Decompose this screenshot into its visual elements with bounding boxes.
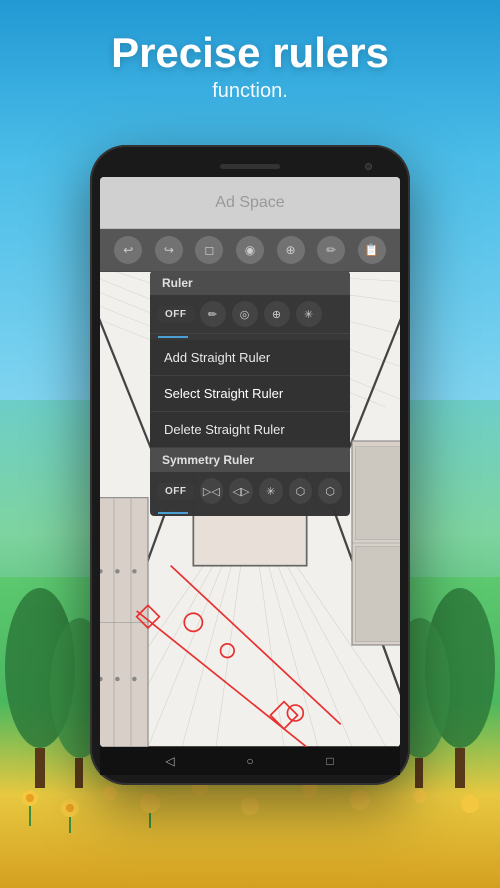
phone-screen: Ad Space ↩ ↪ ◻ ◉ ⊕ ✏ 📋 <box>100 177 400 747</box>
symmetry-icon-5[interactable]: ⬡ <box>318 478 342 504</box>
phone-speaker <box>220 164 280 169</box>
symmetry-off-button[interactable]: OFF <box>158 483 194 500</box>
ruler-off-button[interactable]: OFF <box>158 306 194 323</box>
clipboard-icon[interactable]: 📋 <box>358 236 386 264</box>
headline-subtitle: function. <box>0 80 500 103</box>
ruler-circle-icon[interactable]: ◎ <box>232 301 258 327</box>
select-straight-ruler-item[interactable]: Select Straight Ruler <box>150 376 350 412</box>
phone-nav-bar: ◁ ○ □ <box>100 747 400 775</box>
symmetry-icon-4[interactable]: ⬡ <box>289 478 313 504</box>
ruler-active-indicator <box>158 336 188 338</box>
symmetry-icon-1[interactable]: ▷◁ <box>200 478 224 504</box>
ruler-icons-row: OFF ✏ ◎ ⊕ ✳ <box>150 295 350 334</box>
ad-space-text: Ad Space <box>215 194 284 212</box>
recent-button[interactable]: □ <box>322 753 338 769</box>
symmetry-active-indicator <box>158 512 188 514</box>
symmetry-icon-2[interactable]: ◁▷ <box>229 478 253 504</box>
ruler-star-icon[interactable]: ✳ <box>296 301 322 327</box>
toolbar: ↩ ↪ ◻ ◉ ⊕ ✏ 📋 <box>100 229 400 271</box>
symmetry-section-header: Symmetry Ruler <box>150 448 350 472</box>
symmetry-icon-3[interactable]: ✳ <box>259 478 283 504</box>
phone-camera <box>365 163 372 170</box>
tool-icon-2[interactable]: ◉ <box>236 236 264 264</box>
undo-icon[interactable]: ↩ <box>114 236 142 264</box>
ruler-section-header: Ruler <box>150 271 350 295</box>
delete-straight-ruler-item[interactable]: Delete Straight Ruler <box>150 412 350 448</box>
ruler-cross-icon[interactable]: ⊕ <box>264 301 290 327</box>
add-straight-ruler-item[interactable]: Add Straight Ruler <box>150 340 350 376</box>
phone-top-bar <box>100 155 400 177</box>
pen-icon[interactable]: ✏ <box>317 236 345 264</box>
headline-title: Precise rulers <box>0 30 500 76</box>
tool-icon-3[interactable]: ⊕ <box>277 236 305 264</box>
ad-banner: Ad Space <box>100 177 400 229</box>
back-button[interactable]: ◁ <box>162 753 178 769</box>
symmetry-icons-row: OFF ▷◁ ◁▷ ✳ ⬡ ⬡ <box>150 472 350 510</box>
ruler-dropdown-menu: Ruler OFF ✏ ◎ ⊕ ✳ Add Straight Ruler Sel… <box>150 271 350 516</box>
ruler-pencil-icon[interactable]: ✏ <box>200 301 226 327</box>
redo-icon[interactable]: ↪ <box>155 236 183 264</box>
tool-icon-1[interactable]: ◻ <box>195 236 223 264</box>
phone-frame: Ad Space ↩ ↪ ◻ ◉ ⊕ ✏ 📋 <box>90 145 410 785</box>
home-button[interactable]: ○ <box>242 753 258 769</box>
canvas-area[interactable]: Ruler OFF ✏ ◎ ⊕ ✳ Add Straight Ruler Sel… <box>100 271 400 747</box>
headline: Precise rulers function. <box>0 30 500 103</box>
